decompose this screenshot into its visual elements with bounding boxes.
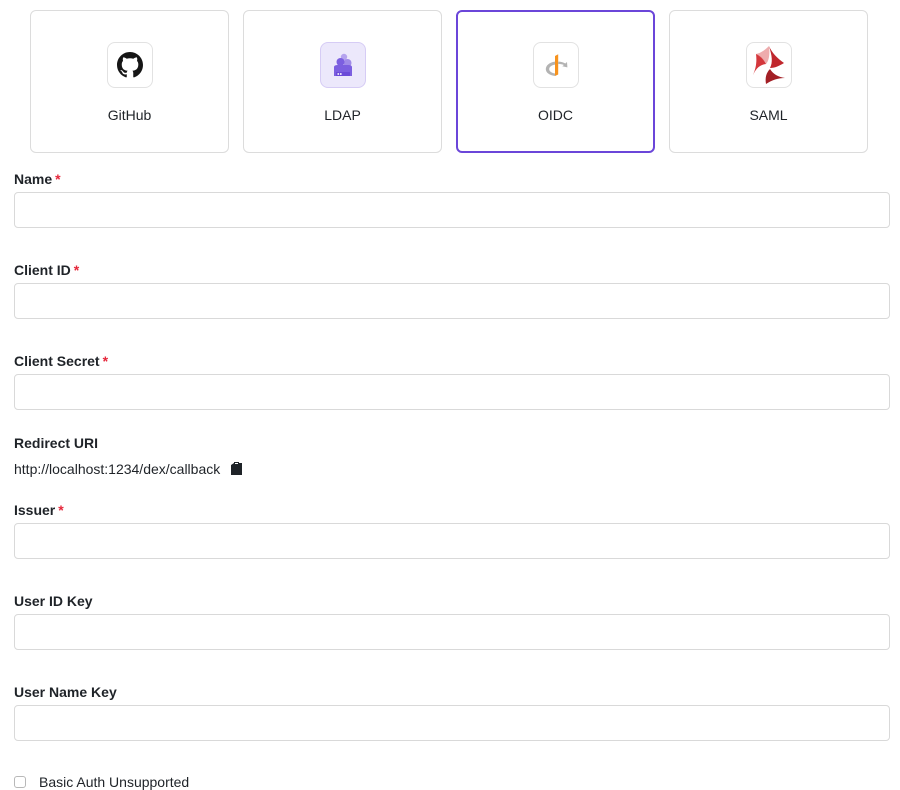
client-id-label-text: Client ID [14, 262, 71, 278]
ldap-icon [333, 53, 352, 76]
basic-auth-unsupported-checkbox[interactable] [14, 776, 26, 788]
client-secret-label-text: Client Secret [14, 353, 100, 369]
client-id-input[interactable] [14, 283, 890, 319]
redirect-uri-value: http://localhost:1234/dex/callback [14, 461, 221, 477]
provider-card-oidc[interactable]: OIDC [456, 10, 655, 153]
provider-label-saml: SAML [749, 107, 788, 123]
provider-card-ldap[interactable]: LDAP [243, 10, 442, 153]
provider-card-github[interactable]: GitHub [30, 10, 229, 153]
user-id-key-label: User ID Key [14, 593, 93, 609]
github-icon-box [106, 42, 153, 88]
github-icon [116, 52, 143, 78]
provider-label-oidc: OIDC [538, 107, 573, 123]
provider-selector: GitHub LDAP OIDC SAML [30, 10, 868, 153]
saml-icon [752, 46, 785, 84]
issuer-label: Issuer * [14, 501, 890, 519]
user-id-key-input[interactable] [14, 614, 890, 650]
client-secret-input[interactable] [14, 374, 890, 410]
saml-icon-box [745, 42, 792, 88]
user-name-key-label: User Name Key [14, 684, 117, 700]
user-name-key-input[interactable] [14, 705, 890, 741]
issuer-input[interactable] [14, 523, 890, 559]
client-id-label: Client ID * [14, 261, 890, 279]
client-secret-label: Client Secret * [14, 352, 890, 370]
required-marker: * [55, 171, 61, 187]
required-marker: * [58, 502, 64, 518]
issuer-label-text: Issuer [14, 502, 56, 518]
provider-card-saml[interactable]: SAML [669, 10, 868, 153]
provider-label-ldap: LDAP [324, 107, 361, 123]
provider-label-github: GitHub [107, 107, 152, 123]
basic-auth-unsupported-row[interactable]: Basic Auth Unsupported [14, 774, 890, 790]
redirect-uri-label: Redirect URI [14, 435, 99, 451]
redirect-uri-row: http://localhost:1234/dex/callback [14, 460, 890, 478]
name-label: Name * [14, 170, 890, 188]
openid-icon [545, 54, 567, 76]
clipboard-icon[interactable] [230, 462, 243, 476]
basic-auth-unsupported-label: Basic Auth Unsupported [39, 774, 190, 790]
required-marker: * [102, 353, 109, 369]
name-input[interactable] [14, 192, 890, 228]
ldap-icon-box [319, 42, 366, 88]
openid-icon-box [532, 42, 579, 88]
name-label-text: Name [14, 171, 53, 187]
oidc-form: Name * Client ID * Client Secret * Redirect… [14, 170, 890, 790]
required-marker: * [73, 262, 80, 278]
